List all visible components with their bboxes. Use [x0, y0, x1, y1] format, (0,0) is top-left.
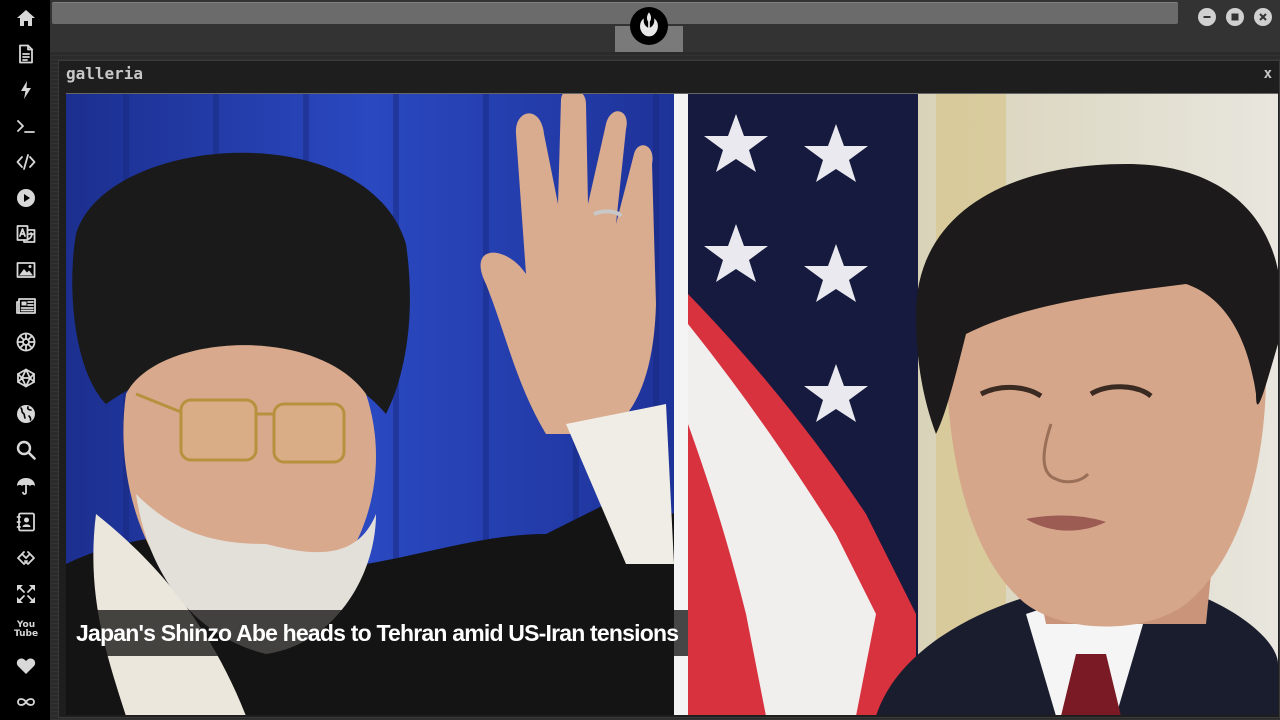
globe-icon[interactable]: [13, 401, 39, 427]
maximize-button[interactable]: [1226, 8, 1244, 26]
link-icon[interactable]: [13, 545, 39, 571]
code-icon[interactable]: [13, 149, 39, 175]
translate-icon[interactable]: [13, 221, 39, 247]
youtube-label: You Tube: [13, 620, 39, 639]
close-icon: [1259, 13, 1267, 21]
newspaper-icon[interactable]: [13, 293, 39, 319]
heart-icon[interactable]: [13, 653, 39, 679]
expand-icon[interactable]: [13, 581, 39, 607]
terminal-icon[interactable]: [13, 113, 39, 139]
sidebar: You Tube: [0, 0, 50, 720]
galleria-close-button[interactable]: x: [1264, 66, 1272, 82]
empire-icon[interactable]: [13, 329, 39, 355]
photo-caption: Japan's Shinzo Abe heads to Tehran amid …: [76, 619, 679, 646]
youtube-icon[interactable]: You Tube: [13, 617, 39, 643]
play-icon[interactable]: [13, 185, 39, 211]
infinity-icon[interactable]: [13, 689, 39, 715]
image-icon[interactable]: [13, 257, 39, 283]
home-icon[interactable]: [13, 5, 39, 31]
close-window-button[interactable]: [1254, 8, 1272, 26]
document-icon[interactable]: [13, 41, 39, 67]
maximize-icon: [1231, 13, 1239, 21]
gallery-photo[interactable]: Japan's Shinzo Abe heads to Tehran amid …: [66, 93, 1278, 715]
search-icon[interactable]: [13, 437, 39, 463]
hexagon-icon[interactable]: [13, 365, 39, 391]
desktop: galleria x Japan's Shinzo Abe heads to T…: [50, 0, 1280, 720]
umbrella-icon[interactable]: [13, 473, 39, 499]
top-bar: [50, 0, 1280, 52]
caption-box: Japan's Shinzo Abe heads to Tehran amid …: [66, 610, 689, 656]
minimize-button[interactable]: [1198, 8, 1216, 26]
minimize-icon: [1203, 16, 1211, 18]
galleria-window: galleria x Japan's Shinzo Abe heads to T…: [58, 60, 1280, 718]
window-title: galleria: [66, 64, 144, 83]
address-bar[interactable]: [52, 2, 1178, 24]
rebel-alliance-logo[interactable]: [630, 7, 668, 45]
contact-icon[interactable]: [13, 509, 39, 535]
lightning-icon[interactable]: [13, 77, 39, 103]
